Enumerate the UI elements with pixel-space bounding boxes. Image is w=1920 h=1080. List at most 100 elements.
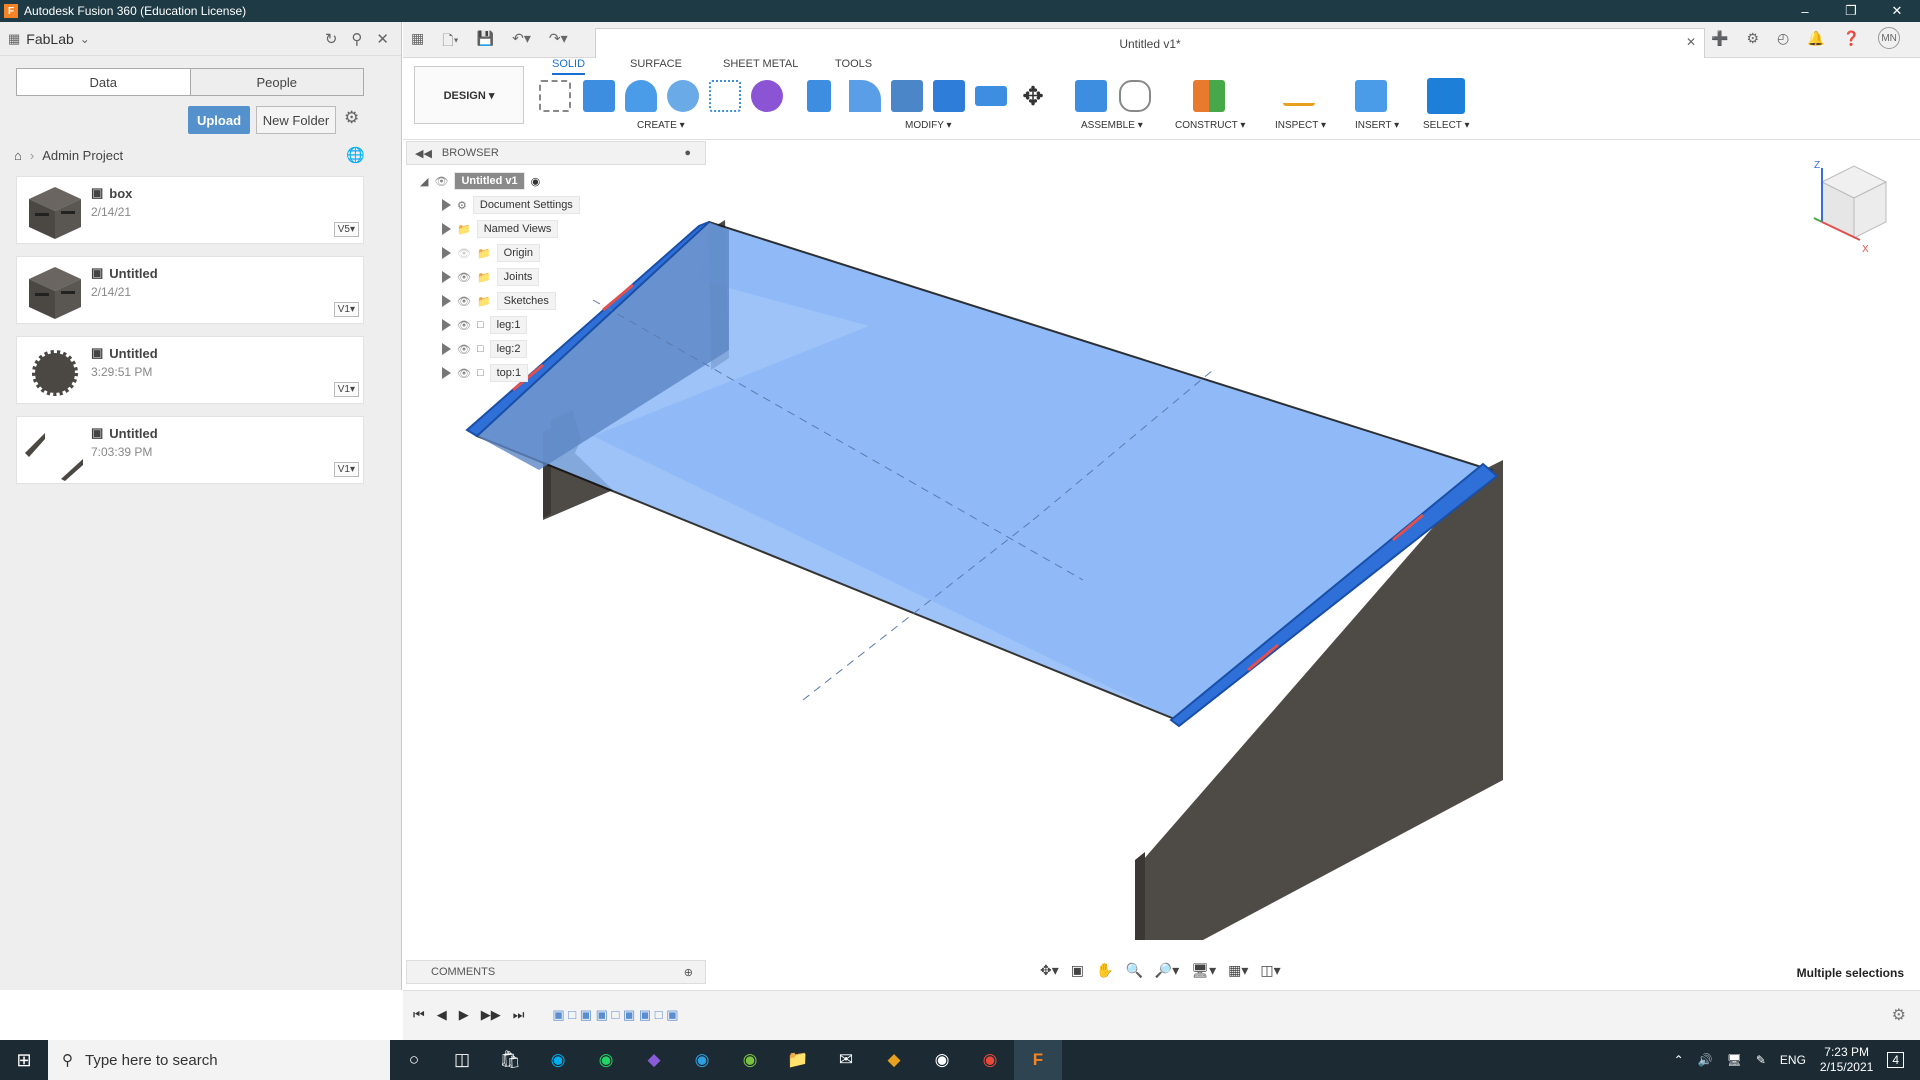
new-folder-button[interactable]: New Folder [256, 106, 336, 134]
volume-icon[interactable]: 🔊 [1698, 1053, 1713, 1067]
task-view-icon[interactable]: ◫ [438, 1040, 486, 1080]
network-icon[interactable]: 🖥 [1727, 1053, 1742, 1067]
tree-item[interactable]: 👁 📁 Origin [442, 244, 541, 262]
restore-button[interactable]: ❐ [1828, 0, 1874, 22]
notifications-icon[interactable]: 🔔 [1807, 30, 1824, 49]
xbox-icon[interactable]: ◉ [726, 1040, 774, 1080]
expand-icon[interactable] [442, 247, 451, 259]
group-assemble[interactable]: ASSEMBLE ▾ [1081, 120, 1143, 131]
tree-item[interactable]: 👁 □ leg:1 [442, 316, 528, 334]
tab-solid[interactable]: SOLID [552, 58, 586, 75]
tree-item[interactable]: 👁 □ top:1 [442, 364, 529, 382]
taskbar-search[interactable]: ⚲ Type here to search [48, 1040, 390, 1080]
fit-icon[interactable]: 🔎▾ [1155, 962, 1179, 979]
extensions-icon[interactable]: ⚙ [1746, 30, 1759, 49]
group-create[interactable]: CREATE ▾ [637, 120, 685, 131]
eye-icon[interactable]: 👁 [457, 319, 471, 332]
expand-icon[interactable] [442, 319, 451, 331]
add-comment-icon[interactable]: ⊕ [684, 966, 693, 979]
pattern-icon[interactable] [709, 80, 741, 112]
expand-icon[interactable] [442, 271, 451, 283]
close-button[interactable]: ✕ [1874, 0, 1920, 22]
version-badge[interactable]: V1▾ [333, 462, 359, 477]
close-panel-icon[interactable]: ✕ [376, 30, 389, 48]
tree-item-label[interactable]: Named Views [476, 220, 559, 238]
group-inspect[interactable]: INSPECT ▾ [1275, 120, 1326, 131]
file-item[interactable]: ▣ Untitled 2/14/21 V1▾ [16, 256, 364, 324]
close-tab-icon[interactable]: ✕ [1686, 35, 1696, 49]
minus-icon[interactable]: ● [684, 147, 691, 159]
select-icon[interactable] [1427, 78, 1465, 114]
offset-plane-icon[interactable] [1193, 80, 1225, 112]
apps-grid-icon[interactable]: ▦ [8, 31, 20, 47]
skype-icon[interactable]: ◉ [534, 1040, 582, 1080]
new-tab-icon[interactable]: ➕ [1711, 30, 1728, 49]
tree-item[interactable]: ⚙ Document Settings [442, 196, 580, 214]
expand-icon[interactable] [442, 223, 451, 235]
redo-icon[interactable]: ↷▾ [549, 30, 568, 54]
eye-icon[interactable]: 👁 [457, 343, 471, 356]
version-badge[interactable]: V5▾ [333, 222, 359, 237]
version-badge[interactable]: V1▾ [333, 302, 359, 317]
cortana-icon[interactable]: ○ [390, 1040, 438, 1080]
tree-item[interactable]: 👁 📁 Joints [442, 268, 540, 286]
first-step-icon[interactable]: ⏮ [413, 1007, 425, 1023]
tree-item[interactable]: 📁 Named Views [442, 220, 559, 238]
workspace-switcher[interactable]: DESIGN ▾ [414, 66, 524, 124]
file-menu-icon[interactable]: 🗋▾ [442, 30, 458, 54]
offset-face-icon[interactable] [975, 86, 1007, 106]
chevron-up-icon[interactable]: ⌃ [1674, 1053, 1684, 1067]
file-item[interactable]: ▣ box 2/14/21 V5▾ [16, 176, 364, 244]
file-item[interactable]: ▣ Untitled 3:29:51 PM V1▾ [16, 336, 364, 404]
tree-item-label[interactable]: leg:2 [489, 340, 528, 358]
breadcrumb-project[interactable]: Admin Project [42, 148, 123, 163]
grid-menu-icon[interactable]: ▦ [411, 30, 424, 54]
chrome-icon[interactable]: ◉ [966, 1040, 1014, 1080]
display-settings-icon[interactable]: 🖥▾ [1191, 962, 1216, 979]
clock[interactable]: 7:23 PM 2/15/2021 [1820, 1045, 1873, 1075]
canvas-viewport[interactable] [403, 140, 1920, 960]
fillet-icon[interactable] [849, 80, 881, 112]
group-select[interactable]: SELECT ▾ [1423, 120, 1470, 131]
press-pull-icon[interactable] [807, 80, 831, 112]
joint-icon[interactable] [1119, 80, 1151, 112]
extrude-icon[interactable] [583, 80, 615, 112]
language-indicator[interactable]: ENG [1780, 1053, 1806, 1067]
prev-step-icon[interactable]: ◀ [437, 1007, 447, 1023]
next-step-icon[interactable]: ▶▶ [481, 1007, 501, 1023]
store-icon[interactable]: 🛍 [486, 1040, 534, 1080]
move-icon[interactable]: ✥ [1017, 80, 1049, 112]
tab-sheet-metal[interactable]: SHEET METAL [723, 58, 798, 70]
help-icon[interactable]: ❓ [1843, 30, 1860, 49]
expand-icon[interactable] [442, 295, 451, 307]
user-avatar[interactable]: MN [1878, 27, 1901, 49]
eye-icon[interactable]: 👁 [457, 367, 471, 380]
start-button[interactable]: ⊞ [0, 1040, 48, 1080]
tab-people[interactable]: People [189, 69, 363, 95]
timeline-settings-icon[interactable]: ⚙ [1892, 1005, 1906, 1025]
tab-surface[interactable]: SURFACE [630, 58, 682, 70]
hole-icon[interactable] [667, 80, 699, 112]
job-status-icon[interactable]: ◴ [1777, 30, 1789, 49]
collapse-panel-icon[interactable]: ◀◀ [415, 147, 432, 160]
grid-settings-icon[interactable]: ▦▾ [1228, 962, 1248, 979]
upload-button[interactable]: Upload [188, 106, 250, 134]
office-icon[interactable]: ◆ [870, 1040, 918, 1080]
eye-icon[interactable]: 👁 [434, 175, 448, 188]
search-icon[interactable]: ⚲ [351, 30, 362, 48]
tab-data[interactable]: Data [17, 69, 190, 95]
expand-icon[interactable] [442, 343, 451, 355]
edge-icon[interactable]: ◉ [678, 1040, 726, 1080]
minimize-button[interactable]: – [1782, 0, 1828, 22]
tree-item-label[interactable]: Origin [496, 244, 541, 262]
timeline-features[interactable]: ▣ □ ▣ ▣ □ ▣ ▣ □ ▣ [552, 1007, 678, 1023]
browser-panel-header[interactable]: ◀◀ BROWSER ● [406, 141, 706, 165]
refresh-icon[interactable]: ↻ [325, 30, 338, 48]
save-icon[interactable]: 💾 [477, 30, 494, 54]
gear-icon[interactable]: ⚙ [344, 108, 359, 128]
viewports-icon[interactable]: ◫▾ [1260, 962, 1280, 979]
shell-icon[interactable] [891, 80, 923, 112]
expand-icon[interactable] [442, 199, 451, 211]
eye-icon[interactable]: 👁 [457, 295, 471, 308]
undo-icon[interactable]: ↶▾ [512, 30, 531, 54]
